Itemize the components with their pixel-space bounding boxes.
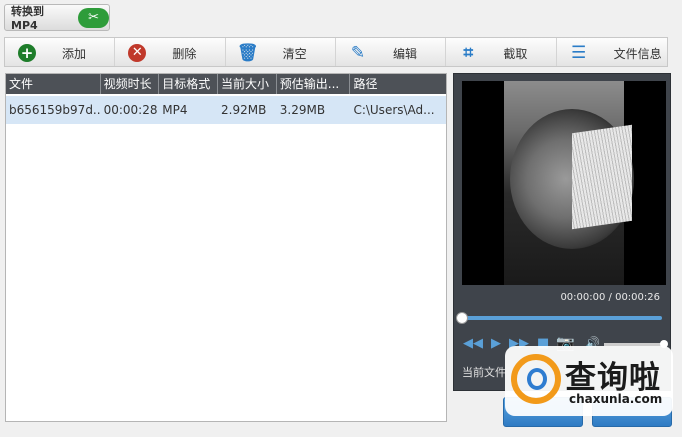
- cell-size: 2.92MB: [221, 103, 267, 117]
- delete-icon: ✕: [128, 44, 147, 62]
- watermark-url: chaxunla.com: [569, 392, 663, 406]
- edit-button[interactable]: ✎ 编辑: [336, 38, 447, 66]
- crop-button[interactable]: ⌗ 截取: [446, 38, 557, 66]
- convert-format-button[interactable]: 转换到 MP4 ✂: [4, 4, 110, 32]
- convert-format-label: 转换到 MP4: [11, 5, 44, 32]
- current-file-label: 当前文件: [462, 366, 506, 379]
- delete-label: 删除: [172, 47, 197, 61]
- edit-label: 编辑: [392, 47, 417, 61]
- add-label: 添加: [62, 47, 87, 61]
- delete-button[interactable]: ✕ 删除: [115, 38, 226, 66]
- time-readout: 00:00:00 / 00:00:26: [560, 292, 660, 303]
- seek-handle[interactable]: [456, 312, 468, 324]
- crop-label: 截取: [503, 47, 528, 61]
- column-header-format[interactable]: 目标格式: [159, 74, 219, 94]
- edit-icon: ✎: [350, 43, 366, 63]
- video-preview[interactable]: [462, 81, 666, 285]
- rewind-icon[interactable]: ◀◀: [463, 336, 483, 351]
- watermark-logo-inner: [527, 368, 547, 390]
- clear-label: 清空: [282, 47, 307, 61]
- seek-slider[interactable]: [456, 312, 662, 324]
- crop-icon: ⌗: [463, 43, 474, 63]
- column-header-size[interactable]: 当前大小: [218, 74, 277, 94]
- clear-button[interactable]: 🗑 清空: [226, 38, 336, 66]
- watermark-overlay: 查询啦 chaxunla.com: [505, 346, 673, 416]
- file-list-header: 文件 视频时长 目标格式 当前大小 预估输出... 路径: [6, 74, 446, 94]
- cell-estimated: 3.29MB: [279, 103, 326, 117]
- tools-icon: ✂: [78, 7, 109, 28]
- cell-duration: 00:00:28: [103, 103, 158, 117]
- cell-file: b656159b97d...: [9, 103, 101, 117]
- cell-path: C:\Users\Ad...: [353, 103, 435, 117]
- file-info-icon: ☰: [571, 43, 587, 63]
- file-info-button[interactable]: ☰ 文件信息: [557, 38, 667, 66]
- add-icon: +: [18, 44, 36, 62]
- column-header-path[interactable]: 路径: [350, 74, 446, 94]
- trash-icon: 🗑: [236, 43, 259, 63]
- play-icon[interactable]: ▶: [491, 336, 501, 351]
- watermark-title: 查询啦: [565, 360, 661, 396]
- table-row[interactable]: b656159b97d... 00:00:28 MP4 2.92MB 3.29M…: [6, 96, 446, 124]
- add-button[interactable]: + 添加: [5, 38, 116, 66]
- video-content-noodles: [572, 124, 632, 230]
- column-header-estimated[interactable]: 预估输出...: [277, 74, 351, 94]
- watermark-logo-icon: [511, 354, 561, 404]
- preview-panel: 00:00:00 / 00:00:26 ◀◀ ▶ ▶▶ ■ 📷 🔊 当前文件: [453, 73, 671, 391]
- toolbar: + 添加 ✕ 删除 🗑 清空 ✎ 编辑 ⌗ 截取 ☰ 文件信息: [4, 37, 668, 67]
- file-info-label: 文件信息: [613, 47, 662, 61]
- cell-format: MP4: [162, 103, 188, 117]
- file-list: 文件 视频时长 目标格式 当前大小 预估输出... 路径 b656159b97d…: [5, 73, 447, 422]
- column-header-duration[interactable]: 视频时长: [101, 74, 160, 94]
- column-header-file[interactable]: 文件: [6, 74, 101, 94]
